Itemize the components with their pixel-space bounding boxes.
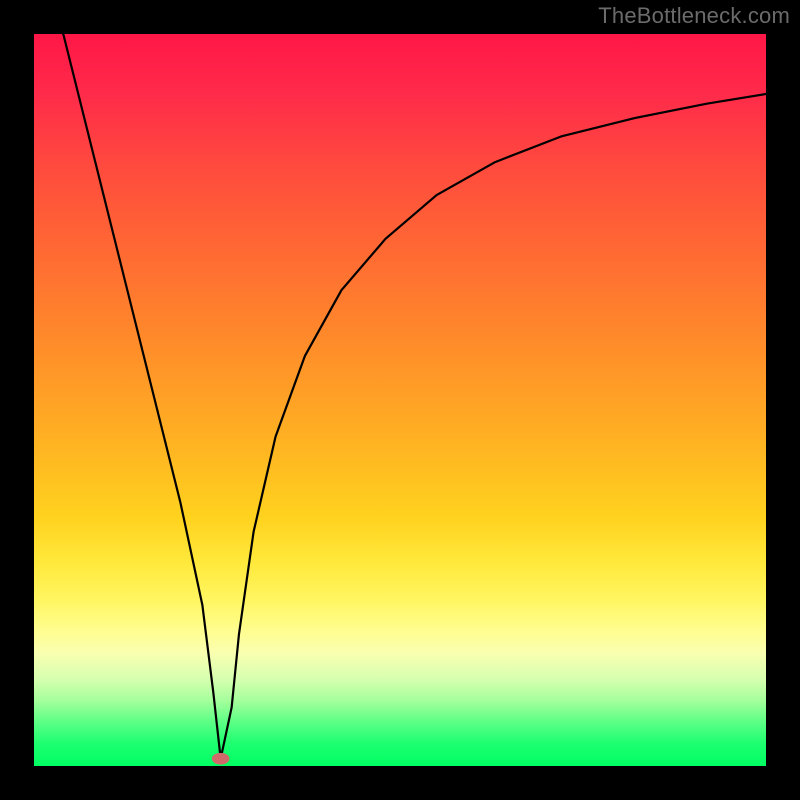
chart-container: TheBottleneck.com [0, 0, 800, 800]
bottleneck-curve [63, 34, 766, 759]
watermark-text: TheBottleneck.com [598, 3, 790, 29]
optimal-point [212, 753, 230, 765]
curve-svg [34, 34, 766, 766]
plot-area [34, 34, 766, 766]
